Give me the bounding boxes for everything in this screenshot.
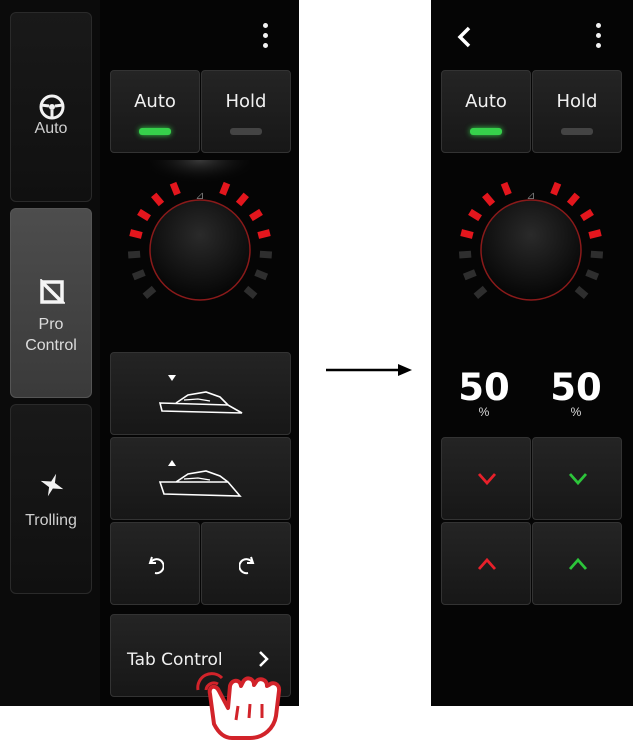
- chevron-up-icon: [477, 557, 497, 570]
- right-tab-up-button[interactable]: [532, 522, 622, 605]
- dial-tick: [169, 181, 181, 196]
- dial-tick: [254, 269, 269, 281]
- auto-mode-label: Auto: [134, 91, 176, 112]
- dial-tick: [468, 208, 482, 222]
- boat-bow-down-icon: [158, 375, 243, 414]
- dial-tick: [131, 269, 146, 281]
- dial-tick: [259, 250, 273, 259]
- dial-tick: [482, 192, 496, 207]
- sidebar-item-label: Pro: [38, 316, 64, 333]
- rotate-left-button[interactable]: [110, 522, 200, 605]
- right-tab-percent: 50: [550, 366, 602, 409]
- rotate-cw-icon: [239, 556, 255, 575]
- dial-tick: [574, 285, 589, 299]
- dial-mark-icon: ⊿: [526, 189, 535, 202]
- left-tab-value: 50 %: [454, 366, 514, 420]
- trim-dial: ⊿: [127, 160, 273, 301]
- dial-tick: [243, 285, 258, 299]
- dial-tick: [566, 192, 580, 207]
- chevron-down-icon: [568, 473, 588, 486]
- dial-tick: [473, 285, 488, 299]
- sidebar-item-pro-control[interactable]: Pro Control: [10, 208, 92, 398]
- pro-control-icon: [40, 279, 65, 304]
- rotate-ccw-icon: [148, 556, 164, 575]
- dial-mark-icon: ⊿: [195, 189, 204, 202]
- sidebar-item-trolling[interactable]: Trolling: [10, 404, 92, 594]
- dial-tick: [590, 250, 604, 259]
- sidebar: Auto Pro Control Trolling: [0, 0, 100, 706]
- right-tab-down-button[interactable]: [532, 437, 622, 520]
- rotate-right-button[interactable]: [201, 522, 291, 605]
- dial-tick: [460, 229, 474, 239]
- auto-indicator: [139, 128, 171, 135]
- bow-down-button[interactable]: [110, 352, 291, 435]
- dial-tick: [257, 229, 271, 239]
- sidebar-item-label: Trolling: [25, 512, 77, 529]
- dial-tick: [462, 269, 477, 281]
- kebab-menu-icon[interactable]: [596, 23, 602, 49]
- dial-tick: [127, 250, 141, 259]
- dial-tick: [142, 285, 157, 299]
- left-tab-up-button[interactable]: [441, 522, 531, 605]
- auto-mode-label: Auto: [465, 91, 507, 112]
- dial-tick: [585, 269, 600, 281]
- dial-tick: [588, 229, 602, 239]
- dial-tick: [129, 229, 143, 239]
- left-tab-percent: 50: [458, 366, 510, 409]
- auto-indicator: [470, 128, 502, 135]
- trolling-icon: [40, 473, 64, 497]
- hold-indicator: [230, 128, 262, 135]
- sidebar-item-label: Control: [25, 337, 77, 354]
- transition-arrow-icon: [326, 364, 412, 376]
- auto-mode-button[interactable]: Auto: [110, 70, 200, 153]
- hold-mode-button[interactable]: Hold: [532, 70, 622, 153]
- hold-mode-label: Hold: [556, 91, 598, 112]
- steering-wheel-icon: [39, 94, 65, 120]
- chevron-up-icon: [568, 557, 588, 570]
- chevron-down-icon: [477, 473, 497, 486]
- boat-bow-up-icon: [158, 460, 242, 497]
- trim-dial: ⊿: [458, 181, 604, 301]
- left-tab-down-button[interactable]: [441, 437, 531, 520]
- sidebar-item-auto[interactable]: Auto: [10, 12, 92, 202]
- hold-mode-button[interactable]: Hold: [201, 70, 291, 153]
- tap-hand-icon: [196, 672, 282, 740]
- dial-tick: [550, 181, 562, 196]
- bow-up-button[interactable]: [110, 437, 291, 520]
- chevron-left-icon[interactable]: [456, 26, 472, 48]
- sidebar-item-label: Auto: [34, 120, 68, 137]
- dial-tick: [219, 181, 231, 196]
- dial-tick: [580, 208, 594, 222]
- dial-tick: [458, 250, 472, 259]
- hold-indicator: [561, 128, 593, 135]
- kebab-menu-icon[interactable]: [263, 23, 269, 49]
- hold-mode-label: Hold: [225, 91, 267, 112]
- dial-tick: [500, 181, 512, 196]
- dial-tick: [137, 208, 151, 222]
- dial-tick: [249, 208, 263, 222]
- auto-mode-button[interactable]: Auto: [441, 70, 531, 153]
- right-screen: Auto Hold ⊿ 50 % 50 %: [431, 0, 633, 706]
- right-tab-value: 50 %: [546, 366, 606, 420]
- left-screen: Auto Pro Control Trolling Auto Hold ⊿ Ta…: [0, 0, 299, 706]
